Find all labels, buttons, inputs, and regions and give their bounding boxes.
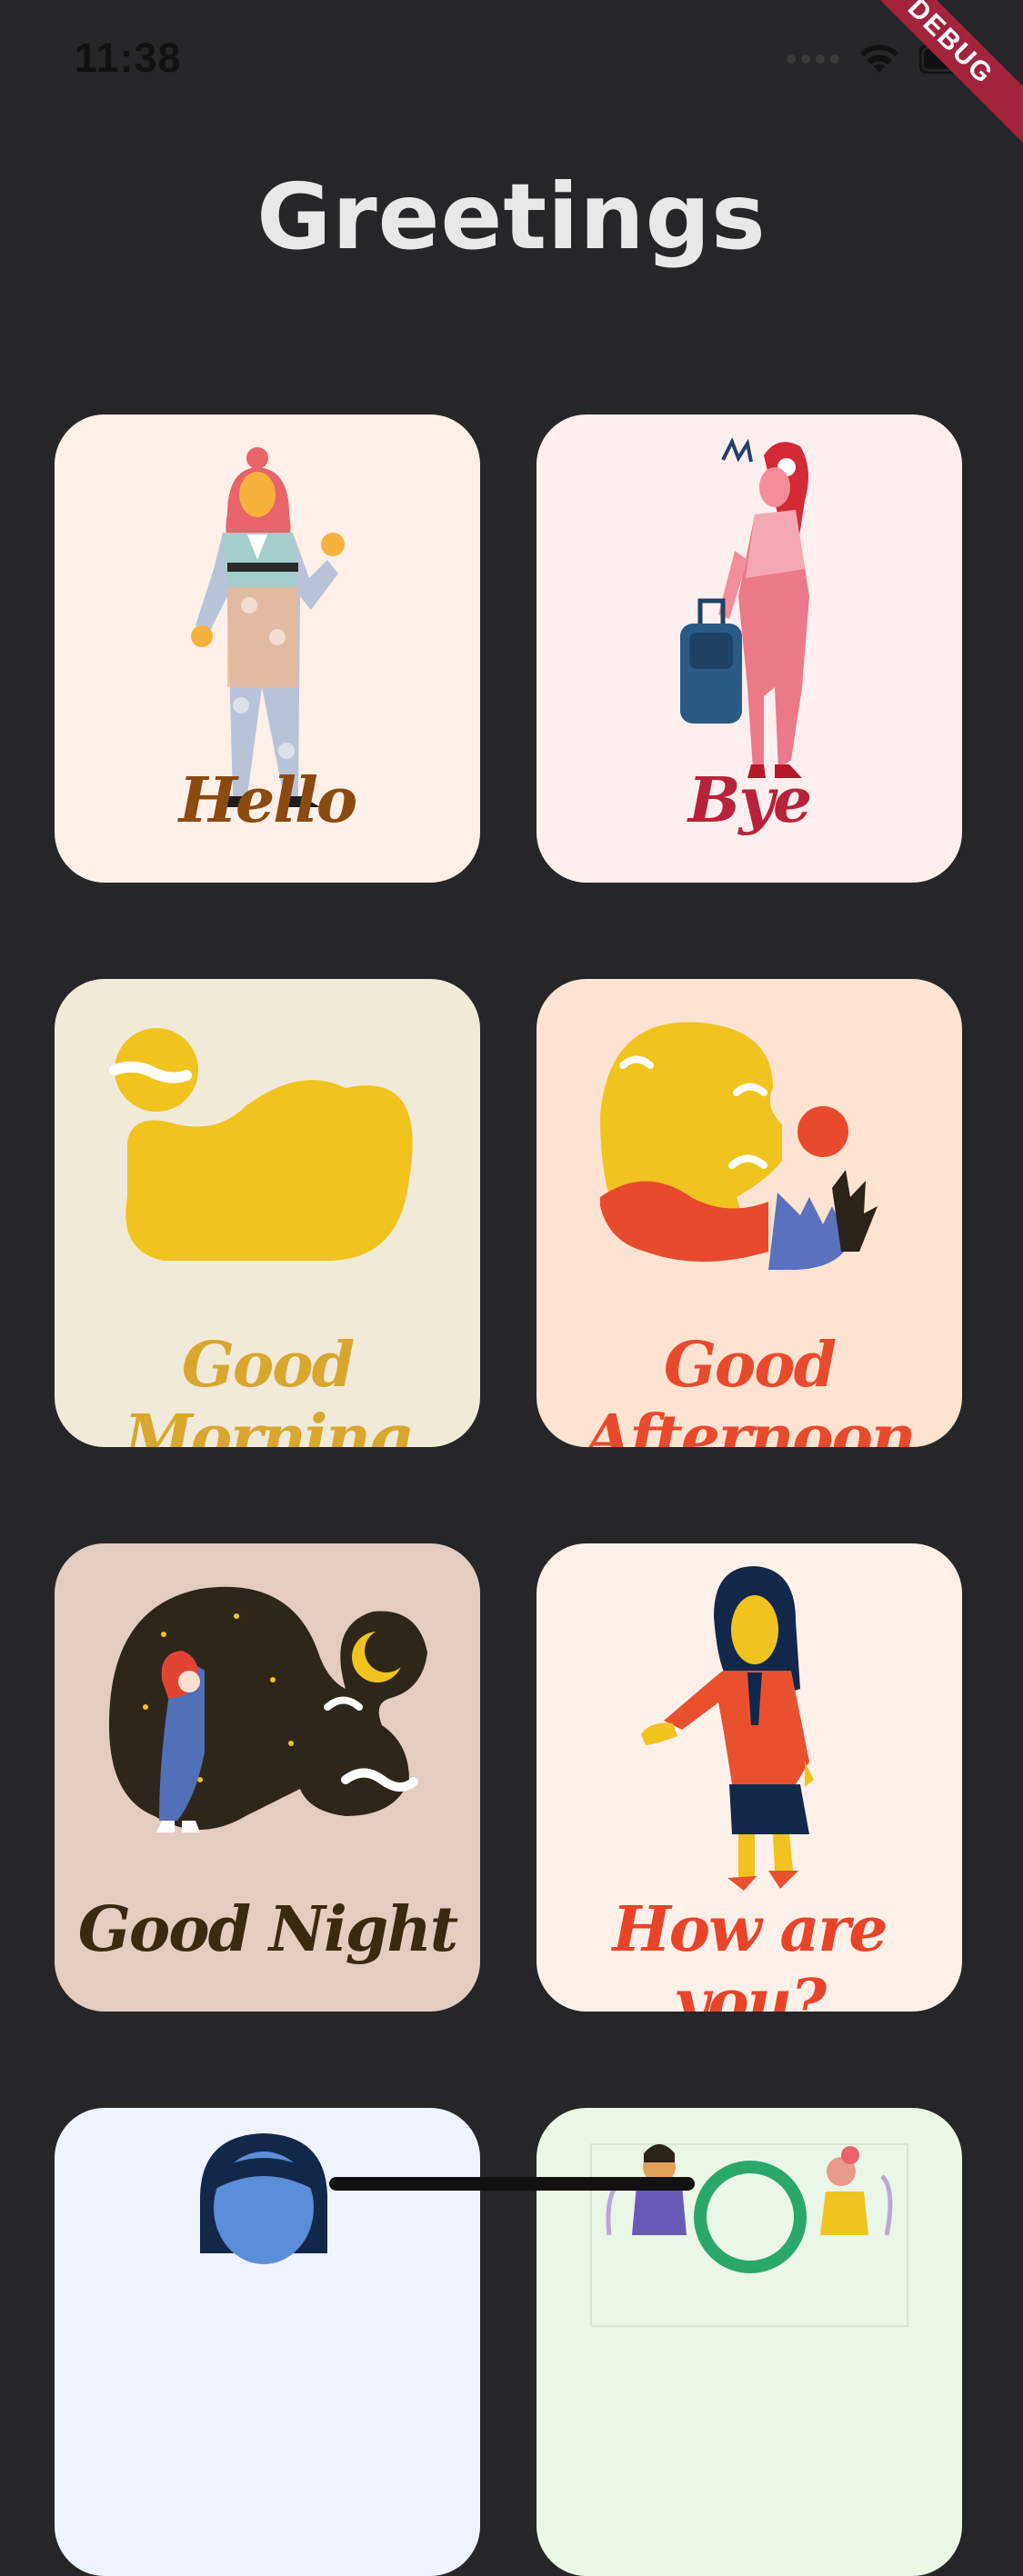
home-indicator[interactable] — [329, 2177, 695, 2191]
cellular-signal-icon — [787, 55, 839, 64]
greeting-card-label: Hello — [178, 764, 358, 837]
status-time: 11:38 — [75, 35, 182, 81]
debug-banner: DEBUG — [839, 0, 1023, 153]
greeting-card-good-night[interactable]: Good Night — [55, 1543, 480, 2012]
page-title: Greetings — [256, 164, 767, 270]
greeting-card-hello[interactable]: Hello — [55, 414, 480, 883]
greeting-card-how-are-you[interactable]: How are you? — [537, 1543, 962, 2012]
status-bar: 11:38 DEBUG — [0, 0, 1023, 153]
greeting-card-label: Good Night — [77, 1893, 458, 1966]
wifi-icon — [860, 45, 898, 73]
greeting-card-label: Good Morning — [124, 1329, 413, 1447]
greeting-card-label: Good Afternoon — [584, 1329, 917, 1447]
greeting-card-label: How are you? — [612, 1893, 888, 2012]
greeting-card-bye[interactable]: Bye — [537, 414, 962, 883]
greeting-card-label: Bye — [687, 764, 812, 837]
greeting-card-good-afternoon[interactable]: Good Afternoon — [537, 979, 962, 1447]
greeting-card-good-morning[interactable]: Good Morning — [55, 979, 480, 1447]
